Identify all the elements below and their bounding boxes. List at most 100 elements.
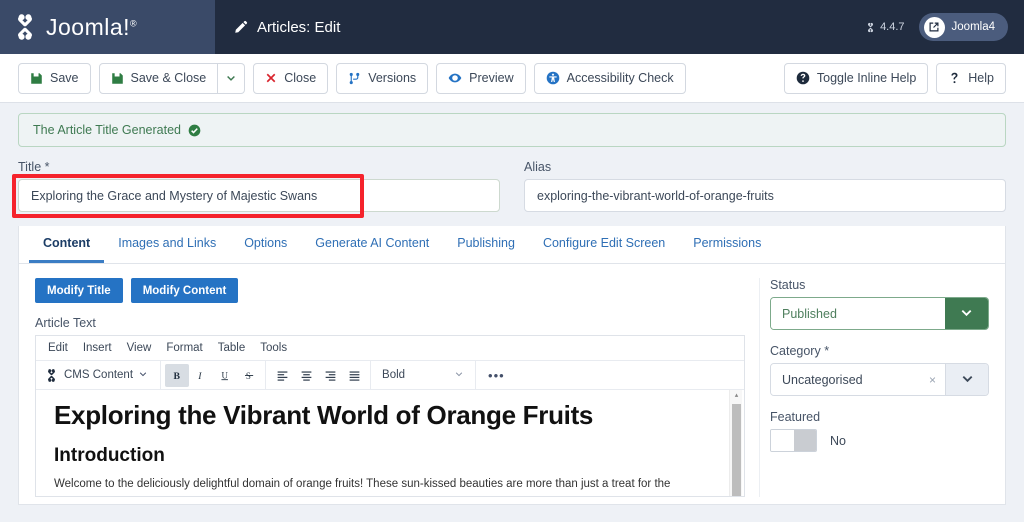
featured-toggle[interactable] — [770, 429, 817, 452]
help-button[interactable]: Help — [936, 62, 1006, 94]
chevron-down-icon — [959, 305, 974, 323]
tab-content[interactable]: Content — [29, 226, 105, 263]
category-field: Category * Uncategorised × — [770, 344, 989, 396]
editor-toolbar: CMS Content B I U Bold ••• — [36, 361, 744, 390]
universal-access-icon — [546, 71, 560, 85]
align-center-button[interactable] — [294, 364, 318, 387]
featured-field: Featured No — [770, 410, 989, 452]
floppy-disk-icon — [30, 72, 43, 85]
article-sidebar: Status Published Category * Uncategorise… — [759, 278, 989, 497]
card-body: Modify Title Modify Content Article Text… — [19, 264, 1005, 497]
user-menu[interactable]: Joomla4 — [918, 13, 1008, 41]
category-dropdown-button[interactable] — [945, 364, 988, 395]
modify-content-button[interactable]: Modify Content — [130, 278, 239, 303]
italic-button[interactable]: I — [189, 364, 213, 387]
strikethrough-button[interactable]: S — [237, 364, 261, 387]
cms-content-button[interactable]: CMS Content — [40, 368, 156, 383]
tinymce-editor: Edit Insert View Format Table Tools CMS … — [35, 335, 745, 497]
cms-content-label: CMS Content — [64, 369, 134, 381]
cms-content-group: CMS Content — [36, 361, 162, 389]
preview-button[interactable]: Preview — [436, 62, 526, 94]
chevron-down-icon — [138, 369, 148, 382]
text-style-group: B I U — [161, 361, 267, 389]
menu-view[interactable]: View — [121, 340, 158, 356]
tab-options[interactable]: Options — [230, 226, 301, 263]
align-left-button[interactable] — [270, 364, 294, 387]
code-branch-icon — [348, 72, 361, 85]
check-circle-icon — [188, 124, 201, 137]
title-field-group: Title * Exploring the Grace and Mystery … — [12, 160, 500, 218]
tab-publishing[interactable]: Publishing — [443, 226, 529, 263]
joomla-mini-icon — [865, 22, 876, 33]
alias-input[interactable]: exploring-the-vibrant-world-of-orange-fr… — [524, 179, 1006, 212]
article-edit-card: Content Images and Links Options Generat… — [18, 226, 1006, 505]
menu-edit[interactable]: Edit — [42, 340, 74, 356]
status-value: Published — [771, 298, 945, 329]
preview-button-label: Preview — [469, 71, 514, 85]
more-options-button[interactable]: ••• — [480, 368, 513, 383]
menu-insert[interactable]: Insert — [77, 340, 118, 356]
brand-name: Joomla!® — [46, 13, 138, 40]
toggle-knob — [793, 430, 816, 451]
alert-message: The Article Title Generated — [33, 123, 181, 137]
status-select[interactable]: Published — [770, 297, 989, 330]
align-justify-button[interactable] — [342, 364, 366, 387]
version-indicator: 4.4.7 — [865, 21, 905, 33]
tab-generate-ai-content[interactable]: Generate AI Content — [301, 226, 443, 263]
overflow-group: ••• — [476, 361, 517, 389]
svg-text:I: I — [197, 371, 202, 382]
eye-icon — [448, 71, 462, 85]
featured-value: No — [830, 433, 846, 448]
document-heading-1: Exploring the Vibrant World of Orange Fr… — [54, 400, 594, 430]
tab-permissions[interactable]: Permissions — [679, 226, 775, 263]
alignment-group — [266, 361, 372, 389]
top-header: Joomla!® Articles: Edit 4.4.7 Joomla4 — [0, 0, 1024, 54]
underline-button[interactable]: U — [213, 364, 237, 387]
tab-bar: Content Images and Links Options Generat… — [19, 226, 1005, 264]
scrollbar-thumb[interactable] — [732, 404, 741, 496]
page-body: The Article Title Generated Title * Expl… — [0, 103, 1024, 505]
editor-content-area[interactable]: Exploring the Vibrant World of Orange Fr… — [36, 390, 744, 496]
toggle-inline-help-button[interactable]: Toggle Inline Help — [783, 62, 929, 94]
category-clear-button[interactable]: × — [920, 364, 945, 395]
save-button[interactable]: Save — [18, 62, 91, 94]
bold-button[interactable]: B — [165, 363, 190, 387]
close-button[interactable]: Close — [253, 62, 329, 94]
accessibility-check-button[interactable]: Accessibility Check — [533, 62, 686, 94]
question-circle-icon — [796, 71, 810, 85]
tab-configure-edit-screen[interactable]: Configure Edit Screen — [529, 226, 679, 263]
success-alert: The Article Title Generated — [18, 113, 1006, 147]
header-right: 4.4.7 Joomla4 — [865, 13, 1008, 41]
versions-button[interactable]: Versions — [336, 62, 429, 94]
format-select[interactable]: Bold — [375, 369, 471, 382]
pencil-icon — [233, 20, 248, 35]
align-right-button[interactable] — [318, 364, 342, 387]
editor-scrollbar[interactable]: ▴ — [729, 390, 742, 496]
menu-format[interactable]: Format — [160, 340, 208, 356]
versions-button-label: Versions — [368, 71, 417, 85]
modify-title-button[interactable]: Modify Title — [35, 278, 123, 303]
action-toolbar: Save Save & Close Close Versions Preview… — [0, 54, 1024, 103]
scroll-up-arrow-icon[interactable]: ▴ — [732, 391, 741, 399]
tab-images-and-links[interactable]: Images and Links — [104, 226, 230, 263]
floppy-disk-icon — [111, 72, 124, 85]
status-field: Status Published — [770, 278, 989, 330]
save-and-close-button[interactable]: Save & Close — [98, 62, 219, 94]
menu-table[interactable]: Table — [212, 340, 252, 356]
title-input[interactable]: Exploring the Grace and Mystery of Majes… — [18, 179, 500, 212]
title-alias-row: Title * Exploring the Grace and Mystery … — [12, 160, 1006, 218]
save-options-dropdown[interactable] — [218, 62, 246, 94]
article-text-label: Article Text — [35, 316, 96, 330]
brand-area[interactable]: Joomla!® — [0, 0, 215, 54]
svg-text:B: B — [173, 371, 180, 382]
joomla-logo-icon — [10, 12, 40, 42]
editor-menubar: Edit Insert View Format Table Tools — [36, 336, 744, 361]
status-dropdown-button[interactable] — [945, 298, 988, 329]
brand-registered-mark: ® — [130, 17, 138, 28]
menu-tools[interactable]: Tools — [254, 340, 293, 356]
accessibility-check-label: Accessibility Check — [566, 71, 674, 85]
category-select[interactable]: Uncategorised × — [770, 363, 989, 396]
chevron-down-icon — [454, 369, 464, 382]
featured-toggle-row: No — [770, 429, 989, 452]
format-select-value: Bold — [382, 369, 406, 381]
